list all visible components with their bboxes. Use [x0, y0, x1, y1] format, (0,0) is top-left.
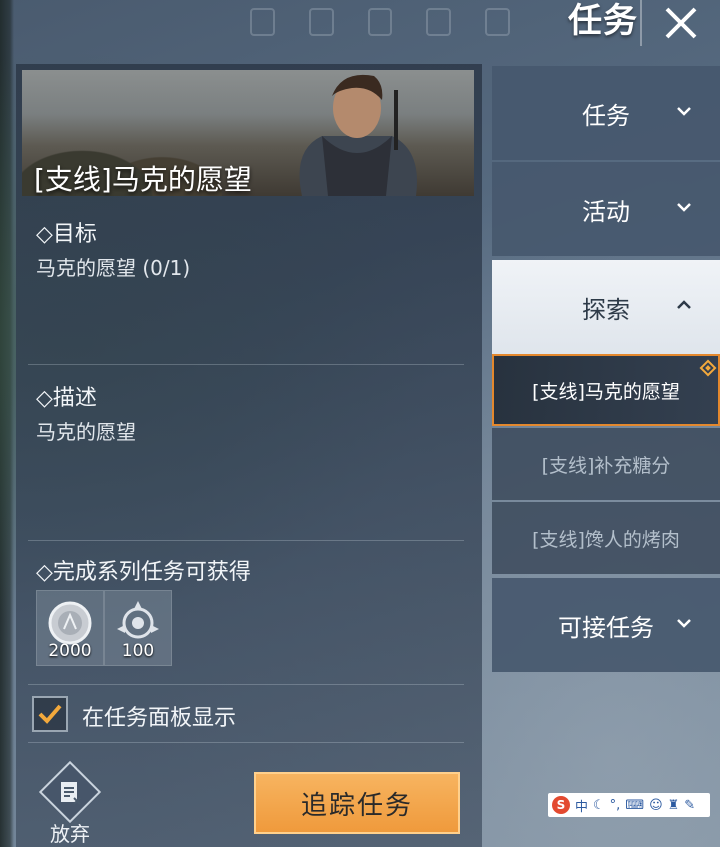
tab-available-quests[interactable]: 可接任务: [492, 578, 720, 672]
checkmark-icon: [38, 704, 62, 724]
description-heading: ◇描述: [36, 386, 97, 411]
quest-detail-panel: [支线]马克的愿望 ◇目标 马克的愿望 (0/1) ◇描述 马克的愿望 ◇完成系…: [16, 64, 482, 847]
ime-punct-icon[interactable]: °,: [610, 798, 621, 813]
ime-mode[interactable]: 中: [575, 796, 588, 815]
close-button[interactable]: [640, 0, 720, 46]
ime-user-icon[interactable]: ☺: [649, 798, 663, 813]
reward-item-silver[interactable]: 2000: [36, 590, 104, 666]
ime-moon-icon[interactable]: ☾: [593, 798, 605, 813]
track-quest-button[interactable]: 追踪任务: [254, 772, 460, 834]
abandon-button[interactable]: 放弃: [38, 760, 102, 846]
explore-item-label: [支线]馋人的烤肉: [532, 528, 680, 551]
tab-activities[interactable]: 活动: [492, 162, 720, 256]
explore-item-mark-wish[interactable]: [支线]马克的愿望: [492, 354, 720, 426]
tab-label: 活动: [582, 197, 630, 226]
tab-label: 可接任务: [558, 613, 654, 642]
tab-explore[interactable]: 探索: [492, 260, 720, 354]
close-icon: [665, 7, 697, 39]
explore-item-label: [支线]马克的愿望: [532, 380, 680, 403]
tab-label: 探索: [582, 295, 630, 324]
document-icon: [61, 782, 81, 805]
chevron-down-icon: [677, 203, 691, 212]
chevron-down-icon: [677, 619, 691, 628]
description-text: 马克的愿望: [36, 420, 136, 444]
rewards-heading: ◇完成系列任务可获得: [36, 560, 251, 585]
tab-label: 任务: [582, 101, 630, 130]
ime-keyboard-icon[interactable]: ⌨: [625, 798, 644, 813]
ime-logo-icon: S: [552, 796, 570, 814]
character-portrait: [299, 74, 417, 196]
tab-quests[interactable]: 任务: [492, 66, 720, 160]
objective-text: 马克的愿望 (0/1): [36, 256, 191, 280]
show-on-panel-label: 在任务面板显示: [82, 706, 237, 731]
divider: [28, 540, 464, 541]
reward-item-badge[interactable]: 100: [104, 590, 172, 666]
divider: [28, 364, 464, 365]
explore-item-bbq[interactable]: [支线]馋人的烤肉: [492, 502, 720, 574]
ime-toolbar[interactable]: S 中 ☾ °, ⌨ ☺ ♜ ✎: [548, 793, 710, 817]
chevron-down-icon: [677, 107, 691, 116]
reward-amount: 100: [121, 641, 155, 661]
page-title: 任务: [568, 1, 638, 41]
chevron-up-icon: [677, 300, 691, 309]
objective-heading: ◇目标: [36, 222, 97, 247]
abandon-label: 放弃: [50, 822, 90, 846]
show-on-panel-checkbox[interactable]: [32, 696, 68, 732]
ime-tool-icon[interactable]: ✎: [684, 798, 695, 813]
divider: [28, 684, 464, 685]
quest-title: [支线]马克的愿望: [34, 163, 252, 196]
ime-shirt-icon[interactable]: ♜: [668, 798, 680, 813]
explore-item-sugar[interactable]: [支线]补充糖分: [492, 428, 720, 500]
quest-banner: [支线]马克的愿望: [22, 70, 474, 196]
explore-item-label: [支线]补充糖分: [541, 454, 671, 477]
reward-amount: 2000: [48, 641, 92, 661]
divider: [28, 742, 464, 743]
background-hud-icons: [250, 0, 510, 60]
new-marker-icon: [699, 359, 717, 377]
